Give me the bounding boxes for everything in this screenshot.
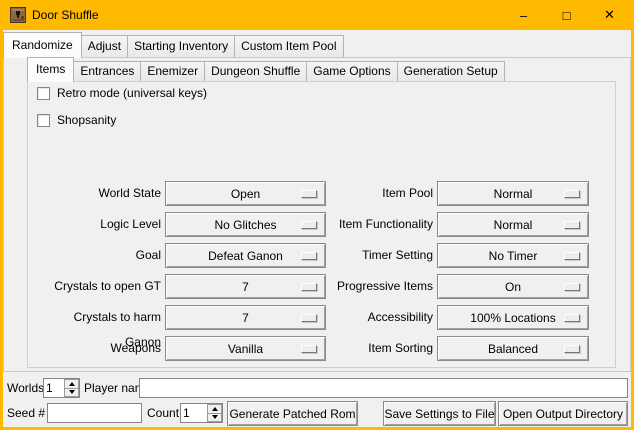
player-names-input[interactable] (139, 378, 628, 398)
spin-down-icon (69, 390, 75, 394)
dropdown-indicator-icon (564, 252, 580, 260)
accessibility-label: Accessibility (319, 305, 433, 330)
dropdown-indicator-icon (564, 221, 580, 229)
shopsanity-label: Shopsanity (57, 113, 116, 128)
maximize-icon: □ (563, 8, 571, 23)
tab-dungeon-shuffle[interactable]: Dungeon Shuffle (204, 61, 307, 81)
crystals-ganon-dropdown[interactable]: 7 (165, 305, 326, 330)
dropdown-indicator-icon (301, 190, 317, 198)
retro-mode-row: Retro mode (universal keys) (37, 86, 207, 101)
door-shuffle-window: Door Shuffle – □ ✕ Randomize Adjust Star… (0, 0, 634, 430)
worlds-spin-down-button[interactable] (64, 388, 79, 398)
timer-setting-dropdown[interactable]: No Timer (437, 243, 589, 268)
generate-patched-rom-button[interactable]: Generate Patched Rom (227, 401, 358, 426)
tab-game-options[interactable]: Game Options (306, 61, 397, 81)
dropdown-indicator-icon (301, 252, 317, 260)
dropdown-value: Vanilla (228, 342, 263, 356)
tab-enemizer[interactable]: Enemizer (140, 61, 205, 81)
open-output-directory-button[interactable]: Open Output Directory (498, 401, 628, 426)
dropdown-value: No Glitches (214, 218, 276, 232)
worlds-input[interactable] (44, 379, 64, 397)
dropdown-value: 7 (242, 311, 249, 325)
tab-entrances[interactable]: Entrances (73, 61, 141, 81)
item-pool-dropdown[interactable]: Normal (437, 181, 589, 206)
titlebar: Door Shuffle – □ ✕ (0, 0, 634, 30)
worlds-label: Worlds (7, 378, 44, 398)
seed-label: Seed # (7, 403, 45, 423)
dropdown-value: Normal (494, 187, 533, 201)
shopsanity-checkbox[interactable] (37, 114, 50, 127)
weapons-dropdown[interactable]: Vanilla (165, 336, 326, 361)
logic-level-label: Logic Level (37, 212, 161, 237)
dropdown-indicator-icon (564, 283, 580, 291)
seed-input[interactable] (47, 403, 142, 423)
dropdown-value: Balanced (488, 342, 538, 356)
dropdown-indicator-icon (301, 345, 317, 353)
tab-generation-setup[interactable]: Generation Setup (397, 61, 505, 81)
count-spin-down-button[interactable] (207, 413, 222, 423)
dropdown-value: Defeat Ganon (208, 249, 283, 263)
item-sorting-label: Item Sorting (319, 336, 433, 361)
weapons-label: Weapons (37, 336, 161, 361)
save-settings-button[interactable]: Save Settings to File (383, 401, 496, 426)
window-title: Door Shuffle (32, 0, 99, 30)
retro-mode-label: Retro mode (universal keys) (57, 86, 207, 101)
progressive-items-label: Progressive Items (319, 274, 433, 299)
count-spinner (180, 403, 223, 423)
world-state-label: World State (37, 181, 161, 206)
progressive-items-dropdown[interactable]: On (437, 274, 589, 299)
dropdown-value: Normal (494, 218, 533, 232)
timer-setting-label: Timer Setting (319, 243, 433, 268)
randomize-tab-bar: Items Entrances Enemizer Dungeon Shuffle… (27, 57, 504, 82)
dropdown-indicator-icon (564, 190, 580, 198)
minimize-button[interactable]: – (502, 0, 545, 30)
item-pool-label: Item Pool (319, 181, 433, 206)
tab-adjust[interactable]: Adjust (81, 35, 128, 57)
crystals-gt-dropdown[interactable]: 7 (165, 274, 326, 299)
door-icon (10, 7, 26, 23)
worlds-spinner (43, 378, 80, 398)
tab-custom-item-pool[interactable]: Custom Item Pool (234, 35, 343, 57)
dropdown-indicator-icon (301, 283, 317, 291)
dropdown-value: No Timer (489, 249, 538, 263)
count-label: Count (147, 403, 179, 423)
close-button[interactable]: ✕ (588, 0, 631, 30)
goal-label: Goal (37, 243, 161, 268)
count-input[interactable] (181, 404, 207, 422)
dropdown-indicator-icon (564, 345, 580, 353)
shopsanity-row: Shopsanity (37, 113, 116, 128)
dropdown-value: Open (231, 187, 260, 201)
dropdown-indicator-icon (564, 314, 580, 322)
dropdown-value: 100% Locations (470, 311, 555, 325)
spin-up-icon (69, 382, 75, 386)
tab-starting-inventory[interactable]: Starting Inventory (127, 35, 235, 57)
crystals-ganon-label: Crystals to harm Ganon (37, 305, 161, 330)
dropdown-indicator-icon (301, 314, 317, 322)
logic-level-dropdown[interactable]: No Glitches (165, 212, 326, 237)
retro-mode-checkbox[interactable] (37, 87, 50, 100)
goal-dropdown[interactable]: Defeat Ganon (165, 243, 326, 268)
dropdown-indicator-icon (301, 221, 317, 229)
dropdown-value: On (505, 280, 521, 294)
window-content: Randomize Adjust Starting Inventory Cust… (3, 30, 631, 427)
spin-down-icon (212, 415, 218, 419)
item-functionality-label: Item Functionality (319, 212, 433, 237)
accessibility-dropdown[interactable]: 100% Locations (437, 305, 589, 330)
tab-items[interactable]: Items (27, 57, 74, 82)
world-state-dropdown[interactable]: Open (165, 181, 326, 206)
close-icon: ✕ (604, 7, 615, 23)
item-sorting-dropdown[interactable]: Balanced (437, 336, 589, 361)
dropdown-value: 7 (242, 280, 249, 294)
minimize-icon: – (520, 8, 527, 23)
crystals-gt-label: Crystals to open GT (37, 274, 161, 299)
spin-up-icon (212, 407, 218, 411)
item-functionality-dropdown[interactable]: Normal (437, 212, 589, 237)
main-tab-bar: Randomize Adjust Starting Inventory Cust… (3, 32, 343, 58)
maximize-button[interactable]: □ (545, 0, 588, 30)
items-panel: Retro mode (universal keys) Shopsanity W… (27, 81, 616, 368)
tab-randomize[interactable]: Randomize (3, 32, 82, 58)
